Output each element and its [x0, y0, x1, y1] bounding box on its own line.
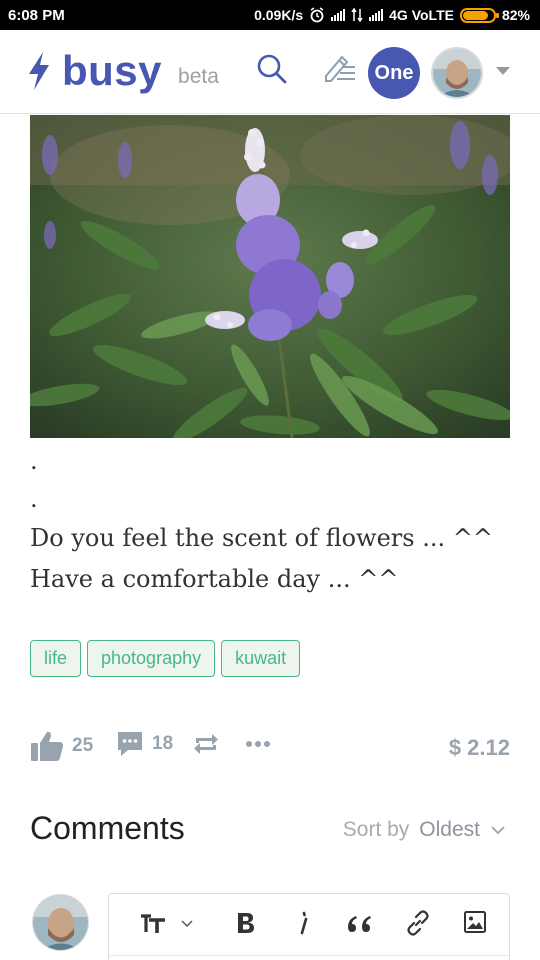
signal-icon — [331, 9, 346, 21]
reblog-button[interactable] — [192, 730, 220, 758]
tag-life[interactable]: life — [30, 640, 82, 677]
battery-icon — [459, 7, 499, 23]
alarm-icon — [310, 7, 324, 23]
body-line: Have a comfortable day ... ^^ — [30, 565, 399, 593]
write-icon[interactable] — [320, 51, 358, 89]
image-icon — [464, 911, 486, 933]
chevron-down-icon[interactable] — [496, 67, 510, 75]
battery-percent: 82% — [501, 7, 530, 23]
quote-button[interactable] — [345, 910, 373, 936]
italic-icon — [300, 911, 308, 935]
tag-kuwait[interactable]: kuwait — [221, 640, 301, 677]
tag-photography[interactable]: photography — [87, 640, 216, 677]
post-image[interactable] — [30, 115, 510, 438]
body-line: . — [30, 485, 38, 513]
link-button[interactable] — [405, 910, 431, 936]
payout-value[interactable]: $ 2.12 — [449, 735, 510, 761]
reblog-icon — [194, 734, 218, 754]
comment-icon — [118, 732, 142, 756]
network-type: 4G VoLTE — [389, 7, 454, 23]
bolt-icon — [29, 52, 49, 90]
editor-toolbar — [109, 894, 509, 956]
comment-editor[interactable] — [108, 893, 510, 960]
italic-button[interactable] — [295, 910, 311, 936]
comments-button[interactable]: 18 — [116, 730, 173, 758]
comments-heading: Comments — [30, 810, 185, 846]
image-button[interactable] — [463, 910, 487, 934]
user-avatar[interactable] — [431, 47, 483, 99]
like-count: 25 — [72, 735, 94, 756]
quote-icon — [348, 916, 371, 932]
sort-value: Oldest — [419, 818, 480, 841]
signal-icon-2 — [369, 9, 384, 21]
sort-label: Sort by — [342, 818, 410, 841]
post-body: . . Do you feel the scent of flowers ...… — [30, 442, 510, 600]
data-transfer-icon — [351, 8, 363, 22]
link-icon — [407, 910, 429, 936]
status-time: 6:08 PM — [8, 6, 65, 24]
sort-dropdown[interactable]: Sort by Oldest — [343, 818, 506, 842]
chevron-down-icon — [491, 826, 505, 835]
busy-logo[interactable]: busy beta — [26, 50, 219, 92]
more-button[interactable] — [244, 726, 272, 754]
post-actions: 25 18 $ 2.12 — [30, 730, 510, 770]
tag-list: life photography kuwait — [30, 640, 301, 677]
beta-label: beta — [178, 65, 219, 88]
text-size-icon — [141, 914, 165, 933]
status-bar: 6:08 PM 0.09K/s 4G VoLTE 82% — [0, 0, 540, 30]
comment-count: 18 — [152, 733, 174, 754]
body-line: Do you feel the scent of flowers ... ^^ — [30, 524, 493, 552]
chevron-down-icon — [181, 920, 193, 928]
search-icon[interactable] — [255, 52, 289, 86]
commenter-avatar — [32, 894, 89, 951]
one-button[interactable]: One — [368, 47, 420, 99]
more-icon — [246, 741, 270, 747]
bold-icon — [238, 913, 254, 933]
like-icon — [31, 731, 63, 761]
body-line: . — [30, 447, 38, 475]
logo-text: busy — [62, 47, 163, 94]
like-button[interactable]: 25 — [30, 730, 93, 762]
bold-button[interactable] — [235, 910, 257, 936]
network-speed: 0.09K/s — [254, 7, 304, 23]
text-size-button[interactable] — [139, 910, 193, 936]
app-header: busy beta One — [0, 30, 540, 114]
